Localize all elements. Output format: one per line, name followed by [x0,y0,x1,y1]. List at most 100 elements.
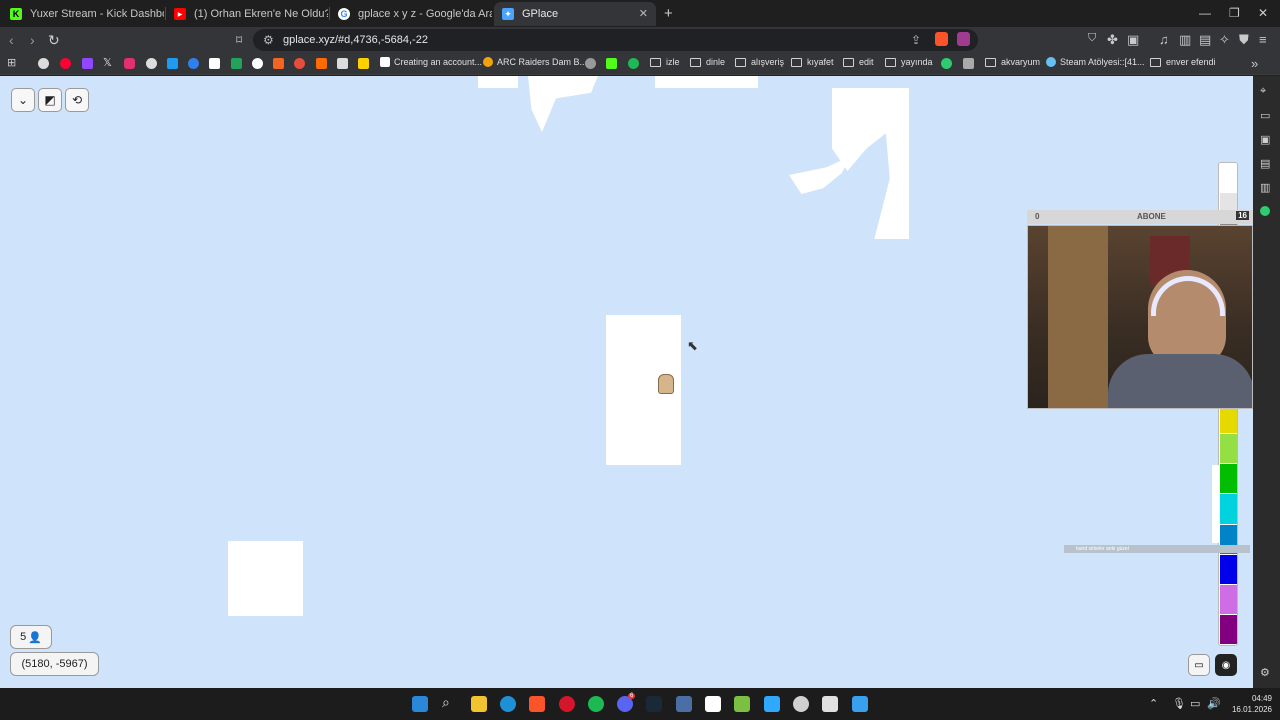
menu-icon[interactable]: ≡ [1259,32,1267,47]
kick-icon[interactable] [606,58,617,69]
back-icon[interactable]: ‹ [9,32,14,48]
color-swatch[interactable] [1220,614,1237,644]
gplace-canvas[interactable]: ⬉ ⌄ ◩ ⟲ 5 👤 (5180, -5967) 0 ABONE 16 bair… [0,76,1253,688]
bookmark-folder-dinle[interactable]: dinle [690,57,725,67]
brave-shields-icon[interactable] [935,32,948,46]
bookmark-steam-workshop[interactable]: Steam Atölyesi::[41... [1046,57,1145,67]
bookmark-arc-raiders[interactable]: ARC Raiders Dam B... [483,57,587,67]
bookmark-folder-enver-efendi[interactable]: enver efendi [1150,57,1216,67]
network-icon[interactable]: ▭ [1190,697,1200,710]
color-swatch[interactable] [1220,434,1237,464]
bookmark-folder-akvaryum[interactable]: akvaryum [985,57,1040,67]
tab-google-search[interactable]: G gplace x y z - Google'da Ara [330,2,492,26]
system-clock[interactable]: 04:49 16.01.2026 [1232,693,1272,715]
leo-icon[interactable]: ⌖ [1260,85,1266,98]
forward-icon[interactable]: › [30,32,35,48]
extensions-icon[interactable]: ✤ [1107,32,1118,48]
m-icon[interactable] [316,58,327,69]
tune-icon[interactable]: ⚙ [263,33,274,47]
shield-icon[interactable]: ⛉ [1088,32,1096,45]
calculator-icon[interactable] [676,696,692,712]
wallet-icon[interactable]: ▣ [1260,133,1270,146]
color-swatch[interactable] [1220,584,1237,614]
edge-icon[interactable] [500,696,516,712]
note-icon[interactable] [358,58,369,69]
misc-icon[interactable] [585,58,596,69]
tab-kick-dashboard[interactable]: K Yuxer Stream - Kick Dashboard [2,2,164,26]
minimize-icon[interactable]: — [1199,6,1211,20]
app-icon[interactable] [734,696,750,712]
microphone-icon[interactable]: 🎙 [1172,697,1186,710]
media-icon[interactable]: ♫ [1159,32,1169,47]
history-icon[interactable]: ▥ [1260,181,1270,194]
windows-start-icon[interactable] [412,696,428,712]
tab-youtube[interactable]: ▶ (1) Orhan Ekren'e Ne Oldu? İngiltere [166,2,328,26]
color-swatch[interactable] [1220,554,1237,584]
play-icon[interactable] [188,58,199,69]
coordinates-display[interactable]: (5180, -5967) [10,652,99,676]
brave-icon[interactable] [529,696,545,712]
collapse-menu-button[interactable]: ⌄ [11,88,35,112]
spotify-icon[interactable] [628,58,639,69]
tiktok-icon[interactable] [252,58,263,69]
spotify-icon[interactable] [588,696,604,712]
twitch-icon[interactable] [82,58,93,69]
color-swatch[interactable] [1220,494,1237,524]
bookmark-page-icon[interactable]: ⌑ [236,33,242,47]
sidebar-toggle-icon[interactable]: ▥ [1179,32,1191,48]
photoshop-icon[interactable] [764,696,780,712]
opera-icon[interactable] [559,696,575,712]
bookmark-folder-izle[interactable]: izle [650,57,680,67]
obs-icon[interactable] [793,696,809,712]
screenshot-icon[interactable]: ▣ [1127,32,1139,48]
reddit-icon[interactable] [294,58,305,69]
bookmark-creating-account[interactable]: Creating an account... [380,57,482,67]
template-button[interactable]: ◩ [38,88,62,112]
address-bar[interactable]: ⚙ gplace.xyz/#d,4736,-5684,-22 ⇪ [253,29,978,51]
q-icon[interactable] [941,58,952,69]
search-icon[interactable]: ⌕ [442,694,450,711]
bookmarks-icon[interactable]: ▤ [1260,157,1270,170]
close-window-icon[interactable]: ✕ [1258,6,1268,20]
app-icon[interactable] [852,696,868,712]
online-users-badge[interactable]: 5 👤 [10,625,52,649]
bookmark-folder-edit[interactable]: edit [843,57,874,67]
brave-rewards-icon[interactable] [957,32,970,46]
maximize-icon[interactable]: ❐ [1229,6,1240,20]
volume-icon[interactable]: 🔊 [1207,697,1221,710]
apps-grid-icon[interactable]: ⊞ [7,56,16,69]
leo-ai-icon[interactable]: ✧ [1219,32,1230,48]
reading-list-icon[interactable]: ▭ [1260,109,1270,122]
leaf-icon[interactable] [231,58,242,69]
steam-icon[interactable] [646,696,662,712]
share-icon[interactable]: ⇪ [911,33,921,47]
notepad-icon[interactable] [822,696,838,712]
google-icon[interactable] [38,58,49,69]
x-icon[interactable]: 𝕏 [103,56,112,69]
epic-games-icon[interactable] [705,696,721,712]
youtube-icon[interactable] [60,58,71,69]
palette-toggle-button[interactable]: ◉ [1215,654,1237,676]
vpn-icon[interactable]: ⛊ [1239,32,1249,48]
bluesky-icon[interactable] [167,58,178,69]
reload-icon[interactable]: ↻ [48,32,60,49]
settings-icon[interactable]: ⚙ [1260,666,1270,679]
status-icon[interactable] [1260,206,1270,216]
chevron-up-icon[interactable]: ⌃ [1149,697,1158,710]
github-icon[interactable] [146,58,157,69]
medium-icon[interactable] [209,58,220,69]
layers-icon[interactable] [963,58,974,69]
bookmark-folder-alisveris[interactable]: alışveriş [735,57,784,67]
tab-gplace[interactable]: ✦ GPlace ✕ [494,2,656,26]
netflix-icon[interactable] [273,58,284,69]
bookmark-folder-yayinda[interactable]: yayında [885,57,933,67]
wallet-icon[interactable]: ▤ [1199,32,1211,48]
color-swatch[interactable] [1220,163,1237,193]
a-icon[interactable] [337,58,348,69]
overlay-button[interactable]: ⟲ [65,88,89,112]
bookmark-folder-kiyafet[interactable]: kıyafet [791,57,834,67]
file-explorer-icon[interactable] [471,696,487,712]
chat-button[interactable]: ▭ [1188,654,1210,676]
new-tab-icon[interactable]: + [664,5,673,22]
color-swatch[interactable] [1220,464,1237,494]
